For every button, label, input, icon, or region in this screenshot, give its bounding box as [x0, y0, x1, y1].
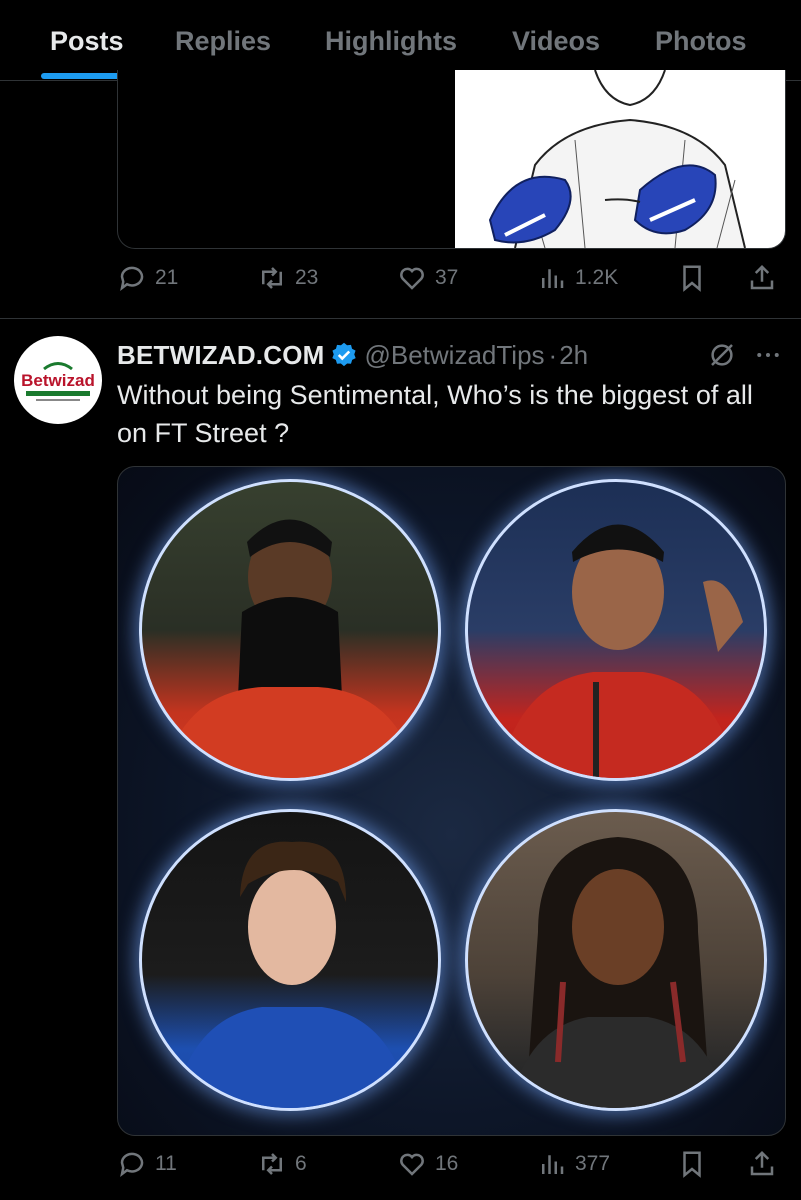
- heart-icon: [400, 1153, 424, 1176]
- like-button[interactable]: 37: [397, 263, 458, 293]
- share-button[interactable]: [747, 1149, 777, 1179]
- player-photo-2: [465, 479, 767, 781]
- views-icon: [542, 269, 564, 288]
- like-count: 37: [435, 266, 459, 289]
- heart-icon: [400, 267, 424, 290]
- repost-count: 6: [295, 1152, 307, 1175]
- tab-photos[interactable]: Photos: [655, 24, 747, 58]
- verified-badge-icon: [332, 342, 357, 367]
- views-button[interactable]: 377: [537, 1149, 610, 1179]
- tab-posts[interactable]: Posts: [50, 24, 124, 58]
- author-name[interactable]: BETWIZAD.COM: [117, 340, 324, 371]
- bookmark-icon: [683, 1151, 701, 1178]
- tab-replies[interactable]: Replies: [175, 24, 271, 58]
- like-button[interactable]: 16: [397, 1149, 458, 1179]
- views-button[interactable]: 1.2K: [537, 263, 618, 293]
- person-photo-4: [465, 809, 767, 1111]
- reply-icon: [120, 1152, 144, 1177]
- repost-icon: [262, 267, 282, 289]
- tab-videos[interactable]: Videos: [512, 24, 600, 58]
- post-time[interactable]: 2h: [559, 340, 588, 371]
- reply-count: 21: [155, 266, 179, 289]
- post-media[interactable]: [117, 466, 786, 1136]
- separator-dot: ·: [548, 339, 558, 370]
- reply-icon: [120, 266, 144, 291]
- post-action-bar: 11 6 16 377: [117, 1149, 784, 1183]
- more-icon[interactable]: [753, 340, 783, 370]
- author-handle[interactable]: @BetwizadTips: [364, 340, 544, 371]
- like-count: 16: [435, 1152, 459, 1175]
- repost-button[interactable]: 23: [257, 263, 318, 293]
- profile-tab-bar: Posts Replies Highlights Videos Photos: [0, 0, 801, 81]
- player-photo-3: [139, 809, 441, 1111]
- previous-post-action-bar: 21 23 37 1.2K: [117, 263, 784, 297]
- previous-post-media[interactable]: [117, 70, 786, 249]
- share-icon: [750, 1150, 774, 1176]
- share-button[interactable]: [747, 263, 777, 293]
- reply-button[interactable]: 11: [117, 1149, 177, 1179]
- grok-icon[interactable]: [707, 340, 737, 370]
- views-icon: [542, 1155, 564, 1174]
- post-text: Without being Sentimental, Who’s is the …: [117, 380, 753, 448]
- tab-highlights[interactable]: Highlights: [325, 24, 457, 58]
- view-count: 377: [575, 1152, 611, 1175]
- repost-button[interactable]: 6: [257, 1149, 307, 1179]
- post-header: BETWIZAD.COM @BetwizadTips · 2h: [117, 338, 784, 372]
- bookmark-button[interactable]: [677, 1149, 707, 1179]
- repost-count: 23: [295, 266, 319, 289]
- share-icon: [750, 264, 774, 290]
- goalkeeper-sketch-image: [455, 70, 785, 248]
- player-photo-1: [139, 479, 441, 781]
- bookmark-icon: [683, 265, 701, 292]
- bookmark-button[interactable]: [677, 263, 707, 293]
- reply-count: 11: [155, 1152, 177, 1175]
- repost-icon: [262, 1153, 282, 1175]
- reply-button[interactable]: 21: [117, 263, 178, 293]
- betwizad-logo: Betwizad: [15, 337, 101, 423]
- avatar[interactable]: Betwizad: [14, 336, 102, 424]
- post-divider: [0, 318, 801, 319]
- logo-text: Betwizad: [21, 371, 95, 390]
- view-count: 1.2K: [575, 266, 619, 289]
